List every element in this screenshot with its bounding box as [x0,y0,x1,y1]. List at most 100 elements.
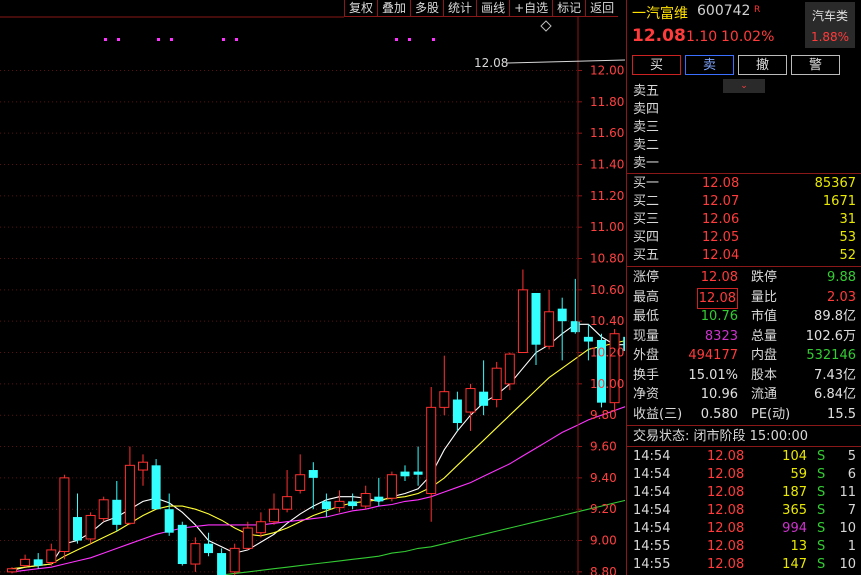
stat-row: 换手 15.01% 股本 7.43亿 [627,366,861,385]
candle [374,477,384,507]
y-tick-label: 9.00 [590,534,617,548]
candle [98,496,109,522]
bid-label: 买四 [633,230,660,245]
bid-volume: 53 [839,230,856,245]
tick-count: 10 [839,521,856,536]
toolbar-add-watchlist-button[interactable]: +自选 [509,0,553,17]
candle-body [557,308,567,322]
candle-body [544,311,555,347]
divider [627,266,861,267]
candle [112,480,122,532]
candle [544,289,555,350]
tick-time: 14:54 [633,449,671,464]
candle-body [583,336,593,342]
stat-label: 内盘 [751,348,778,363]
bid-label: 买一 [633,176,660,191]
toolbar-stats-button[interactable]: 统计 [443,0,477,17]
candle-body [242,527,253,549]
sector-box[interactable]: 汽车类 1.88% [805,2,855,48]
candle-body [426,406,437,495]
stat-value: 532146 [806,348,856,363]
alert-button[interactable]: 警 [791,55,840,75]
candle-body [190,543,201,565]
candle [413,446,423,486]
tick-price: 12.08 [707,449,745,464]
candle-body [504,353,515,385]
candle-body [59,477,70,552]
tick-row: 14:54 12.08 104 S 5 [627,448,861,466]
ask-label: 卖一 [633,156,660,171]
toolbar-multi-stock-button[interactable]: 多股 [410,0,444,17]
toolbar-fuquan-button[interactable]: 复权 [344,0,378,17]
bid-price: 12.08 [702,176,740,191]
bid-row[interactable]: 买五 12.04 52 [627,247,861,265]
bid-row[interactable]: 买一 12.08 85367 [627,175,861,193]
bid-label: 买三 [633,212,660,227]
ask-row[interactable]: 卖三 [627,119,861,137]
ask-label: 卖三 [633,120,660,135]
candle [386,471,397,502]
buy-button[interactable]: 买 [632,55,681,75]
ask-row[interactable]: 卖五 [627,83,861,101]
ask-row[interactable]: 卖二 [627,137,861,155]
candle [465,383,476,431]
candle-body [112,499,122,525]
tick-row: 14:55 12.08 13 S 1 [627,538,861,556]
candle-body [400,471,410,477]
y-tick-label: 10.00 [590,377,624,391]
stat-row: 净资 10.96 流通 6.84亿 [627,385,861,404]
bid-row[interactable]: 买二 12.07 1671 [627,193,861,211]
candle [439,355,450,416]
cancel-order-button[interactable]: 撤 [738,55,787,75]
tick-side: S [817,521,826,536]
toolbar-draw-button[interactable]: 画线 [476,0,510,17]
stat-value: 9.88 [827,270,856,285]
toolbar-overlay-button[interactable]: 叠加 [377,0,411,17]
stat-row: 涨停 12.08 跌停 9.88 [627,268,861,287]
ask-row[interactable]: 卖一 [627,155,861,173]
stat-label: 涨停 [633,270,660,285]
toolbar-back-button[interactable]: 返回 [585,0,619,17]
y-tick-label: 11.80 [590,95,624,109]
bid-volume: 52 [839,248,856,263]
candle-body [334,500,345,509]
candle [321,493,331,518]
candle [426,386,437,522]
y-tick-label: 11.60 [590,126,624,140]
stat-label: 跌停 [751,270,778,285]
event-marker [170,38,173,41]
stat-label: 市值 [751,309,778,324]
candle-body [282,496,293,510]
candle-body [73,517,82,541]
stock-name: 一汽富维 [632,6,688,22]
bid-volume: 31 [839,212,856,227]
bid-volume: 1671 [822,194,856,209]
candle-body [321,501,331,510]
y-tick-label: 9.40 [590,471,617,485]
divider [627,446,861,447]
tick-row: 14:54 12.08 365 S 7 [627,502,861,520]
candle [177,521,187,566]
divider [627,425,861,426]
y-tick-label: 11.00 [590,220,624,234]
sector-name: 汽车类 [811,9,848,23]
candle [217,548,227,575]
quote-panel: 一汽富维 600742 R 汽车类 1.88% 12.08 1.10 10.02… [626,0,861,575]
tick-count: 11 [839,485,856,500]
tick-price: 12.08 [707,467,745,482]
bid-row[interactable]: 买四 12.05 53 [627,229,861,247]
candle-body [439,391,450,408]
toolbar-mark-button[interactable]: 标记 [552,0,586,17]
candle [59,474,70,560]
sell-button[interactable]: 卖 [685,55,734,75]
stat-value: 15.01% [688,367,738,383]
candle-body [7,568,17,573]
stat-value: 15.5 [827,406,856,422]
candle [255,512,266,538]
kline-chart[interactable]: 12.00 11.80 11.60 11.40 11.20 11.00 10.80 10.60… [0,0,625,575]
tick-side: S [817,485,826,500]
stat-label: 换手 [633,367,660,383]
bid-row[interactable]: 买三 12.06 31 [627,211,861,229]
ask-row[interactable]: 卖四 [627,101,861,119]
stat-value: 7.43亿 [814,367,856,383]
